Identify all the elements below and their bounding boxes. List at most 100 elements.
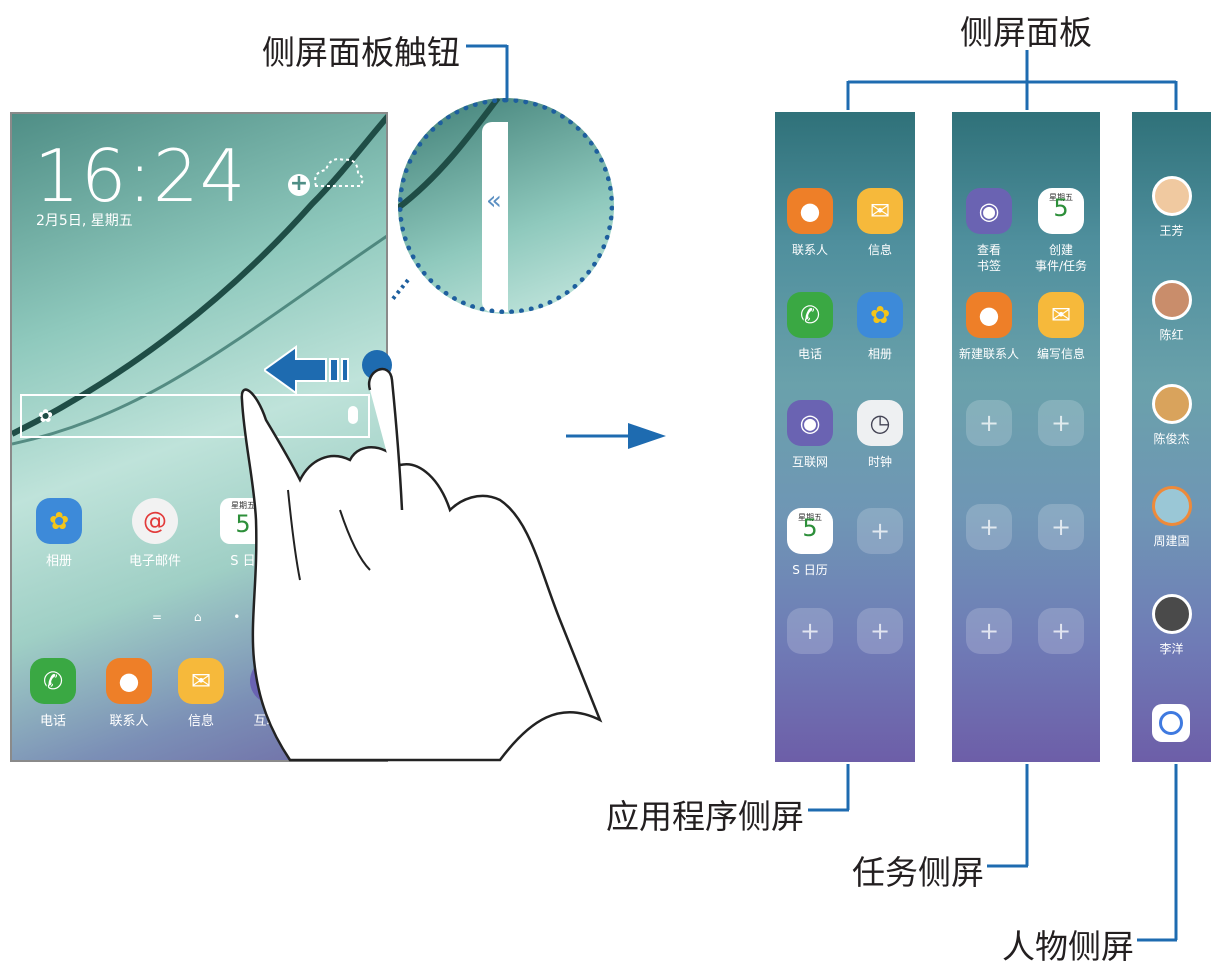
plus-icon: +	[1038, 400, 1084, 446]
apps-edge-item[interactable]: ◉ 互联网	[775, 400, 845, 470]
internet-icon: ◉	[787, 400, 833, 446]
apps-edge-item[interactable]: ✆ 电话	[775, 292, 845, 362]
hand-gesture-icon	[240, 368, 603, 762]
item-label: 信息	[867, 243, 892, 257]
people-edge-contact[interactable]: 陈红	[1132, 280, 1211, 343]
plus-icon: +	[857, 608, 903, 654]
people-edge-contact[interactable]: 王芳	[1132, 176, 1211, 239]
contact-name: 陈俊杰	[1153, 432, 1190, 446]
contact-add-icon: ●	[966, 292, 1012, 338]
apps-edge-item[interactable]: ✿ 相册	[845, 292, 915, 362]
item-label: 创建	[1048, 243, 1073, 257]
tasks-edge-add-slot[interactable]: +	[954, 400, 1024, 454]
people-edge-add-icon[interactable]	[1152, 704, 1190, 742]
plus-icon: +	[1038, 608, 1084, 654]
plus-icon: +	[966, 608, 1012, 654]
people-edge-panel: 王芳 陈红 陈俊杰 周建国 李洋	[1132, 112, 1211, 762]
edge-panels-callout: 侧屏面板	[960, 13, 1092, 52]
contact-name: 周建国	[1153, 534, 1190, 548]
item-label: 时钟	[867, 455, 892, 469]
app-label: 相册	[45, 554, 72, 569]
tasks-edge-item[interactable]: ◉ 查看 书签	[954, 188, 1024, 274]
item-label: 互联网	[791, 455, 828, 469]
tasks-edge-item[interactable]: ● 新建联系人	[954, 292, 1024, 362]
tasks-edge-item[interactable]: 星期五 5 创建 事件/任务	[1026, 188, 1096, 274]
apps-edge-item[interactable]: 星期五 5 S 日历	[775, 508, 845, 578]
gallery-icon: ✿	[36, 498, 82, 544]
item-label: 编写信息	[1036, 347, 1085, 361]
email-icon: @	[132, 498, 178, 544]
item-label: 电话	[797, 347, 822, 361]
tasks-edge-add-slot[interactable]: +	[954, 608, 1024, 662]
contacts-icon: ●	[787, 188, 833, 234]
item-label: 书签	[976, 259, 1001, 273]
apps-edge-item[interactable]: ◷ 时钟	[845, 400, 915, 470]
app-label: 电子邮件	[128, 554, 181, 569]
message-icon: ✉	[178, 658, 224, 704]
people-edge-callout: 人物侧屏	[1002, 927, 1134, 966]
baidu-paw-icon: ✿	[38, 406, 54, 427]
item-label: 相册	[867, 347, 892, 361]
avatar	[1151, 176, 1192, 216]
weather-add-icon[interactable]: +	[288, 173, 310, 196]
contact-name: 陈红	[1159, 328, 1184, 342]
apps-edge-add-slot[interactable]: +	[845, 508, 915, 562]
avatar	[1151, 486, 1192, 526]
item-label: 查看	[976, 243, 1001, 257]
plus-icon: +	[787, 608, 833, 654]
people-edge-contact[interactable]: 周建国	[1132, 486, 1211, 549]
zoom-dotted-ring	[398, 98, 614, 314]
contact-name: 王芳	[1159, 224, 1184, 238]
contacts-icon: ●	[106, 658, 152, 704]
apps-edge-item[interactable]: ✉ 信息	[845, 188, 915, 258]
avatar	[1151, 384, 1192, 424]
dock-app-phone[interactable]: ✆ 电话	[18, 658, 88, 729]
people-edge-contact[interactable]: 陈俊杰	[1132, 384, 1211, 447]
apps-edge-callout: 应用程序侧屏	[606, 797, 804, 836]
compose-message-icon: ✉	[1038, 292, 1084, 338]
tasks-edge-add-slot[interactable]: +	[1026, 608, 1096, 662]
people-edge-contact[interactable]: 李洋	[1132, 594, 1211, 657]
home-app-email[interactable]: @ 电子邮件	[120, 498, 190, 569]
apps-edge-item[interactable]: ● 联系人	[775, 188, 845, 258]
gallery-icon: ✿	[857, 292, 903, 338]
clock-icon: ◷	[857, 400, 903, 446]
lockscreen-date: 2月5日, 星期五	[36, 213, 133, 229]
item-label: 事件/任务	[1034, 259, 1088, 273]
plus-icon: +	[857, 508, 903, 554]
tasks-edge-item[interactable]: ✉ 编写信息	[1026, 292, 1096, 362]
tasks-edge-add-slot[interactable]: +	[1026, 504, 1096, 558]
tasks-edge-add-slot[interactable]: +	[1026, 400, 1096, 454]
tasks-edge-callout: 任务侧屏	[852, 853, 984, 892]
dock-app-message[interactable]: ✉ 信息	[166, 658, 236, 729]
bookmark-icon: ◉	[966, 188, 1012, 234]
apps-edge-add-slot[interactable]: +	[845, 608, 915, 662]
dock-app-contacts[interactable]: ● 联系人	[94, 658, 164, 729]
app-label: 联系人	[109, 714, 149, 729]
app-label: 信息	[187, 714, 214, 729]
avatar	[1151, 280, 1192, 320]
calendar-icon: 星期五 5	[787, 508, 833, 554]
calendar-add-icon: 星期五 5	[1038, 188, 1084, 234]
contact-name: 李洋	[1159, 642, 1184, 656]
plus-icon: +	[966, 400, 1012, 446]
plus-icon: +	[966, 504, 1012, 550]
apps-edge-panel: ● 联系人 ✉ 信息 ✆ 电话 ✿ 相册 ◉ 互联网 ◷ 时钟 星期五 5 S …	[775, 112, 915, 762]
item-label: S 日历	[792, 563, 828, 577]
item-label: 联系人	[791, 243, 828, 257]
message-icon: ✉	[857, 188, 903, 234]
phone-icon: ✆	[30, 658, 76, 704]
app-label: 电话	[39, 714, 66, 729]
item-label: 新建联系人	[958, 347, 1019, 361]
apps-edge-add-slot[interactable]: +	[775, 608, 845, 662]
avatar	[1151, 594, 1192, 634]
tasks-edge-add-slot[interactable]: +	[954, 504, 1024, 558]
phone-icon: ✆	[787, 292, 833, 338]
tasks-edge-panel: ◉ 查看 书签 星期五 5 创建 事件/任务 ● 新建联系人 ✉ 编写信息 + …	[952, 112, 1100, 762]
plus-icon: +	[1038, 504, 1084, 550]
edge-handle-callout: 侧屏面板触钮	[262, 33, 460, 72]
calendar-day: 5	[1053, 194, 1069, 222]
home-app-gallery[interactable]: ✿ 相册	[24, 498, 94, 569]
calendar-day: 5	[802, 514, 818, 542]
lockscreen-clock: 16:24	[34, 134, 247, 218]
